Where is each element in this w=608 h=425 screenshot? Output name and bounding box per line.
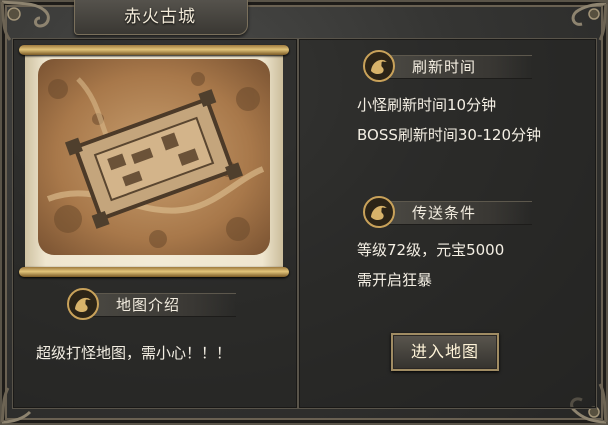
dragon-emblem-icon bbox=[363, 50, 395, 82]
level-requirement-text: 等级72级，元宝5000 bbox=[357, 241, 505, 259]
map-intro-header: 地图介绍 bbox=[66, 287, 236, 320]
berserk-requirement-text: 需开启狂暴 bbox=[357, 271, 433, 289]
scroll-rod-bottom bbox=[19, 267, 289, 277]
minion-refresh-text: 小怪刷新时间10分钟 bbox=[357, 96, 497, 114]
map-intro-text: 超级打怪地图，需小心！！！ bbox=[36, 344, 232, 362]
dragon-emblem-icon bbox=[67, 288, 99, 320]
teleport-condition-heading: 传送条件 bbox=[412, 204, 477, 222]
scroll-rod-top bbox=[19, 45, 289, 55]
teleport-condition-header: 传送条件 bbox=[362, 195, 532, 228]
enter-map-button[interactable]: 进入地图 bbox=[391, 333, 499, 371]
dragon-emblem-icon bbox=[363, 196, 395, 228]
boss-refresh-text: BOSS刷新时间30-120分钟 bbox=[357, 126, 542, 144]
refresh-time-header: 刷新时间 bbox=[362, 49, 532, 82]
refresh-time-heading: 刷新时间 bbox=[412, 58, 477, 76]
window-title: 赤火古城 bbox=[124, 7, 196, 27]
map-preview-image bbox=[38, 59, 270, 255]
map-intro-heading: 地图介绍 bbox=[116, 296, 181, 314]
